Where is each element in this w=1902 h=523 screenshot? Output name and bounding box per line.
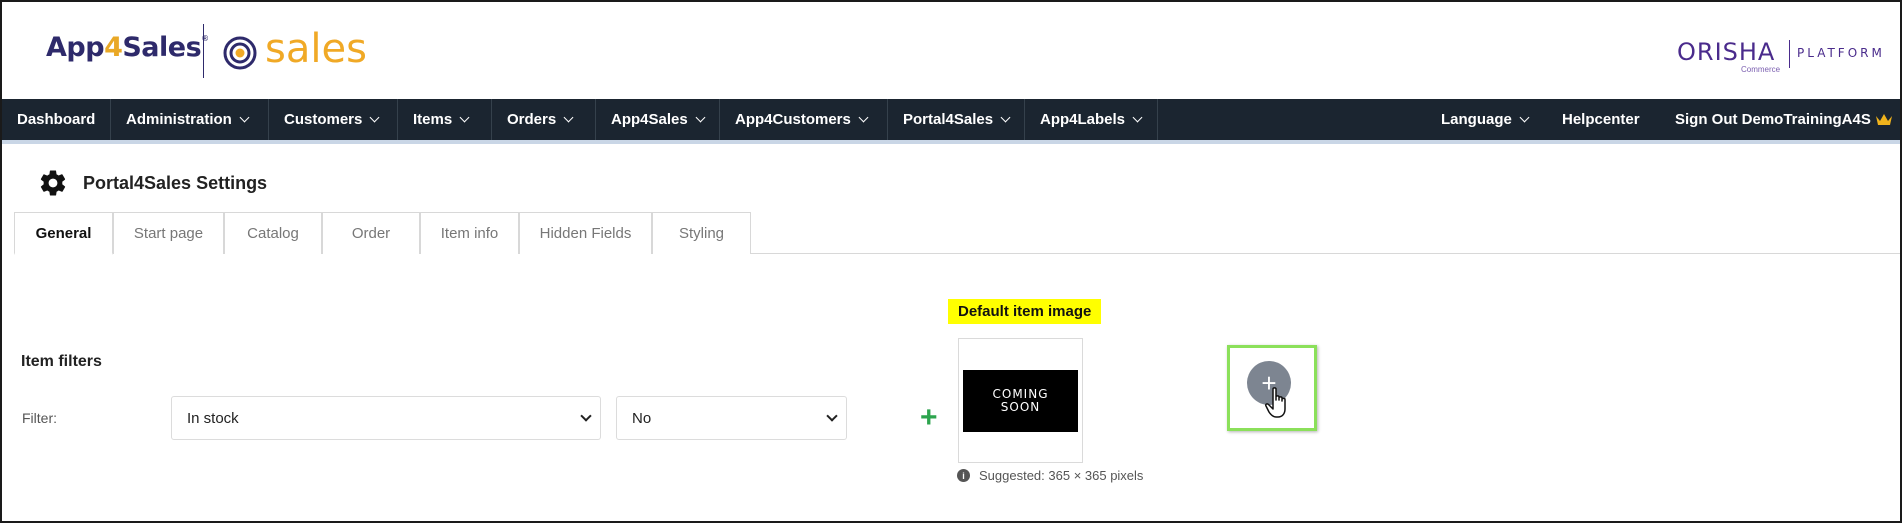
filter-value-select[interactable]: No [616, 396, 847, 440]
suggested-size-text: Suggested: 365 × 365 pixels [979, 468, 1144, 483]
chevron-down-icon [826, 410, 838, 422]
nav-items[interactable]: Items [398, 99, 492, 140]
sales-logo-text: sales [265, 26, 367, 72]
gear-icon [40, 170, 66, 196]
chevron-down-icon [369, 112, 380, 123]
orisha-platform-logo: ORISHA Commerce PLATFORM [1677, 38, 1887, 74]
page-title: Portal4Sales Settings [83, 172, 268, 193]
nav-app4customers[interactable]: App4Customers [720, 99, 888, 140]
nav-app4labels[interactable]: App4Labels [1025, 99, 1158, 140]
nav-app4sales[interactable]: App4Sales [596, 99, 720, 140]
chevron-down-icon [580, 410, 592, 422]
nav-customers[interactable]: Customers [269, 99, 398, 140]
default-image-preview[interactable]: COMING SOON [958, 338, 1083, 463]
filter-label: Filter: [22, 410, 57, 426]
item-filters-title: Item filters [21, 353, 102, 370]
orisha-logo-word: ORISHA [1677, 38, 1776, 66]
nav-language[interactable]: Language [1426, 99, 1530, 140]
tab-start-page[interactable]: Start page [113, 212, 224, 254]
nav-administration[interactable]: Administration [111, 99, 269, 140]
hand-pointer-cursor-icon [1265, 387, 1286, 418]
crown-icon [1875, 113, 1892, 125]
nav-orders[interactable]: Orders [492, 99, 596, 140]
app4sales-logo[interactable]: App4Sales® [46, 32, 209, 63]
filter-value-select-value: No [632, 409, 652, 427]
chevron-down-icon [459, 112, 470, 123]
filter-select[interactable]: In stock [171, 396, 601, 440]
filter-select-value: In stock [187, 409, 239, 427]
nav-portal4sales[interactable]: Portal4Sales [888, 99, 1025, 140]
tab-general[interactable]: General [14, 212, 113, 255]
nav-helpcenter[interactable]: Helpcenter [1547, 99, 1640, 140]
suggested-size-hint: i Suggested: 365 × 365 pixels [957, 468, 1143, 483]
target-logo-icon [223, 36, 257, 70]
chevron-down-icon [1000, 112, 1011, 123]
logo-divider [203, 24, 204, 78]
orisha-logo-sub: Commerce [1741, 65, 1781, 74]
tab-styling[interactable]: Styling [652, 212, 751, 254]
chevron-down-icon [1132, 112, 1143, 123]
page-header: Portal4Sales Settings [38, 168, 267, 198]
upload-image-button[interactable]: + [1227, 345, 1317, 431]
chevron-down-icon [1519, 112, 1530, 123]
tab-hidden-fields[interactable]: Hidden Fields [519, 212, 652, 254]
nav-sign-out[interactable]: Sign Out DemoTrainingA4S [1660, 99, 1893, 140]
tab-catalog[interactable]: Catalog [224, 212, 322, 254]
main-navigation: Dashboard Administration Customers Items… [2, 99, 1900, 144]
coming-soon-line2: SOON [1000, 400, 1041, 414]
header: App4Sales® sales ORISHA Commerce PLATFOR… [2, 2, 1900, 99]
nav-dashboard[interactable]: Dashboard [2, 99, 111, 140]
info-icon: i [957, 469, 970, 482]
tab-item-info[interactable]: Item info [420, 212, 519, 254]
tab-order[interactable]: Order [322, 212, 420, 254]
chevron-down-icon [695, 112, 706, 123]
default-image-label: Default item image [948, 299, 1102, 324]
coming-soon-image: COMING SOON [963, 370, 1078, 432]
add-filter-plus-icon[interactable]: + [920, 403, 938, 433]
chevron-down-icon [239, 112, 250, 123]
orisha-logo-platform: PLATFORM [1797, 46, 1885, 60]
chevron-down-icon [563, 112, 574, 123]
orisha-logo-divider [1789, 40, 1790, 68]
chevron-down-icon [858, 112, 869, 123]
